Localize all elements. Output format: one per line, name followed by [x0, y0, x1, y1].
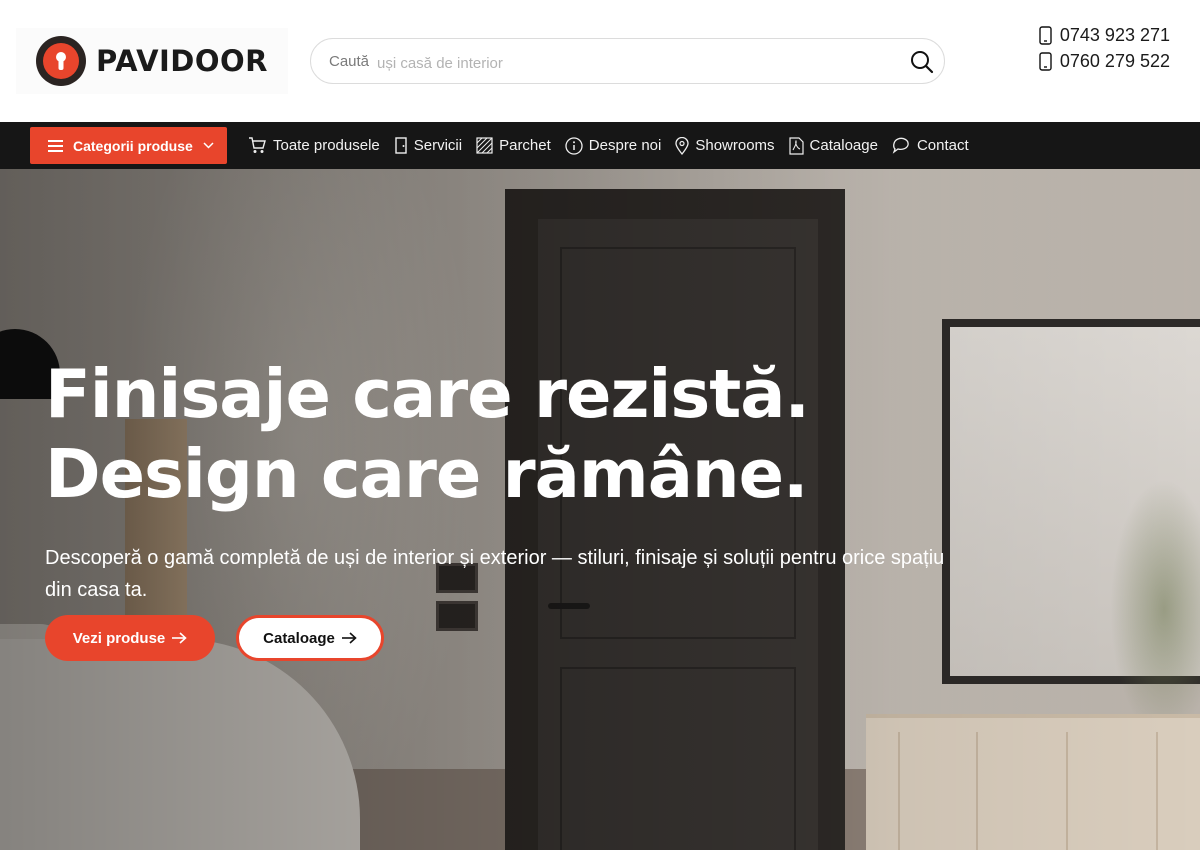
info-icon [565, 136, 583, 155]
parquet-icon [476, 137, 493, 154]
main-nav: Categorii produse Toate produsele Servic… [0, 122, 1200, 169]
site-header: PAVIDOOR Caută 0743 923 271 0760 279 522 [0, 0, 1200, 122]
map-pin-icon [675, 136, 689, 155]
phone-icon [1039, 51, 1052, 71]
door-icon [395, 137, 407, 154]
arrow-right-icon [172, 632, 187, 644]
catalogs-button[interactable]: Cataloage [236, 615, 384, 661]
hero-title-line-2: Design care rămâne. [45, 435, 808, 513]
arrow-right-icon [341, 632, 357, 644]
phone-2[interactable]: 0760 279 522 [1000, 48, 1170, 74]
search-bar[interactable]: Caută [310, 38, 945, 84]
phone-1[interactable]: 0743 923 271 [1000, 22, 1170, 48]
nav-item-all-products[interactable]: Toate produsele [248, 137, 380, 154]
hero-title-line-1: Finisaje care rezistă. [45, 355, 810, 433]
phone-icon [1039, 25, 1052, 45]
nav-item-services[interactable]: Servicii [394, 137, 462, 154]
hero-description: Descoperă o gamă completă de uși de inte… [45, 547, 945, 601]
categories-label: Categorii produse [73, 137, 193, 154]
menu-icon [48, 139, 63, 152]
nav-item-catalogs[interactable]: Cataloage [788, 136, 878, 155]
nav-item-showrooms[interactable]: Showrooms [675, 136, 775, 155]
hero-banner: Finisaje care rezistă. Design care rămân… [0, 169, 1200, 850]
cart-icon [249, 137, 266, 153]
brand-name: PAVIDOOR [96, 44, 269, 78]
search-input[interactable] [377, 51, 857, 75]
view-products-button[interactable]: Vezi produse [45, 615, 215, 661]
hero-content: Finisaje care rezistă. Design care rămân… [45, 354, 965, 606]
nav-item-contact[interactable]: Contact [892, 137, 969, 154]
nav-item-about[interactable]: Despre noi [565, 136, 661, 155]
chat-icon [892, 137, 909, 154]
phone-number: 0743 923 271 [1059, 24, 1170, 45]
hero-title: Finisaje care rezistă. Design care rămân… [45, 354, 965, 514]
keyhole-logo-icon [36, 36, 86, 86]
search-icon[interactable] [908, 48, 936, 76]
pdf-icon [788, 136, 804, 155]
nav-item-parquet[interactable]: Parchet [476, 137, 551, 154]
hero-buttons: Vezi produse Cataloage [45, 615, 384, 661]
categories-button[interactable]: Categorii produse [30, 127, 227, 164]
logo[interactable]: PAVIDOOR [16, 28, 288, 94]
phone-numbers: 0743 923 271 0760 279 522 [1000, 22, 1170, 74]
search-label: Caută [329, 53, 370, 70]
chevron-down-icon [203, 142, 214, 149]
phone-number: 0760 279 522 [1059, 50, 1170, 71]
